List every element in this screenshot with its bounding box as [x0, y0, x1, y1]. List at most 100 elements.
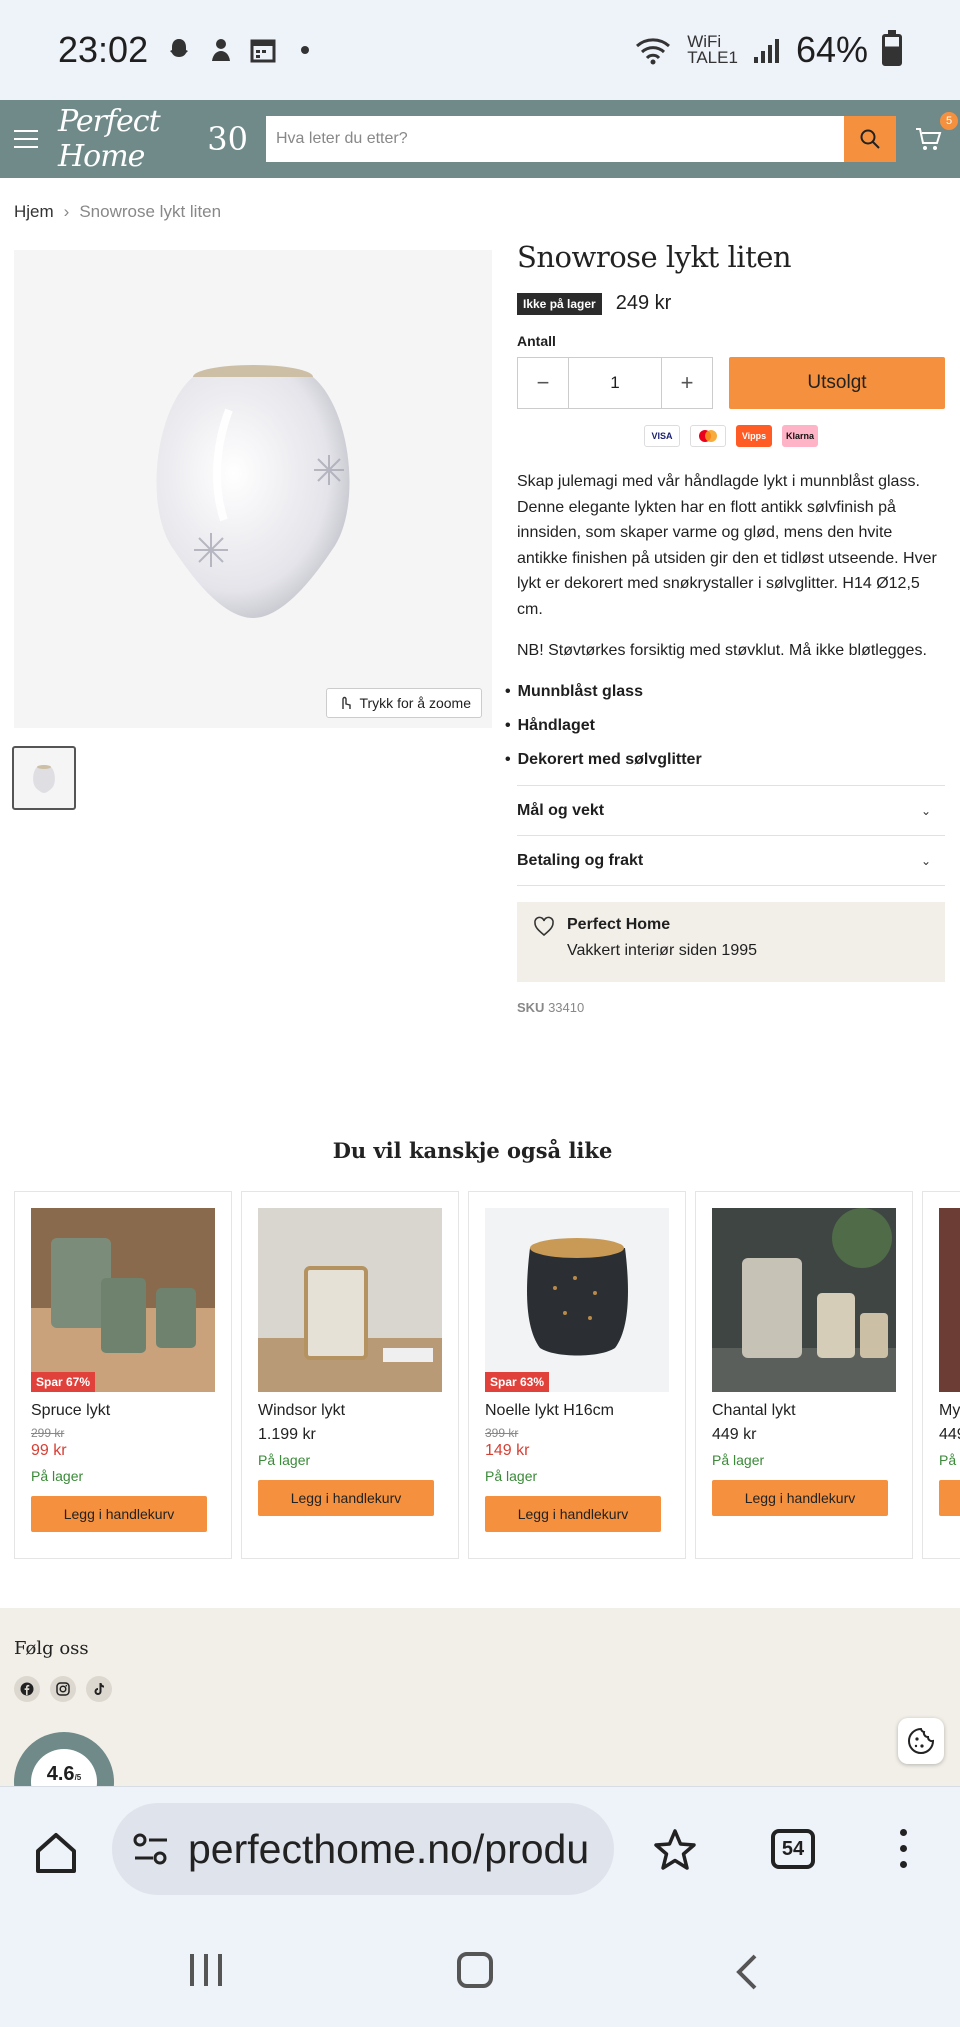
brand-tagline: Vakkert interiør siden 1995 [567, 942, 758, 959]
instagram-icon[interactable] [50, 1676, 76, 1702]
calendar-icon [250, 39, 276, 63]
product-card-image[interactable] [258, 1208, 442, 1392]
product-thumbnail[interactable] [12, 746, 76, 810]
battery-icon [882, 30, 902, 66]
follow-us-heading: Følg oss [14, 1638, 89, 1659]
product-card[interactable]: Spar 67% Spruce lykt 299 kr 99 kr På lag… [14, 1191, 232, 1559]
breadcrumb: Hjem › Snowrose lykt liten [14, 202, 221, 222]
back-icon[interactable] [735, 1954, 759, 1990]
home-icon[interactable] [30, 1827, 82, 1879]
battery-percent: 64% [795, 29, 868, 70]
accordion-dimensions[interactable]: Mål og vekt ⌄ [517, 786, 945, 836]
product-card[interactable]: Mys 449 På l [922, 1191, 960, 1559]
product-card-price: 449 [939, 1426, 960, 1443]
product-card-old-price: 299 kr [31, 1426, 65, 1440]
product-info: Snowrose lykt liten Ikke på lager 249 kr… [517, 240, 945, 1015]
search-input[interactable] [266, 116, 844, 162]
decrease-quantity-button[interactable]: − [518, 358, 568, 408]
site-footer: Følg oss 4.6/5 [0, 1608, 960, 1786]
product-card-image[interactable]: Spar 67% [31, 1208, 215, 1392]
product-card[interactable]: Spar 63% Noelle lykt H16cm 399 kr 149 kr… [468, 1191, 686, 1559]
klarna-icon: Klarna [782, 425, 818, 447]
status-bar: 23:02 WiFi TALE1 64% [0, 0, 960, 100]
facebook-icon[interactable] [14, 1676, 40, 1702]
clock: 23:02 [58, 29, 149, 70]
zoom-button[interactable]: Trykk for å zoome [326, 688, 482, 718]
cookie-icon [908, 1727, 935, 1754]
notification-icons [164, 35, 320, 65]
product-card-sale-price: 149 kr [485, 1442, 530, 1459]
care-note: NB! Støvtørkes forsiktig med støvklut. M… [517, 642, 927, 659]
bookmark-star-icon[interactable] [652, 1827, 698, 1873]
accordion-label: Betaling og frakt [517, 851, 644, 869]
cart-button[interactable]: 5 [914, 112, 958, 154]
rating-badge[interactable]: 4.6/5 [14, 1732, 114, 1786]
product-card-availability: På l [939, 1452, 960, 1468]
recommendations-title: Du vil kanskje også like [332, 1138, 613, 1163]
quantity-row: − 1 + Utsolgt [517, 357, 945, 409]
soldout-button[interactable]: Utsolgt [729, 357, 945, 409]
product-description: Skap julemagi med vår håndlagde lykt i m… [517, 473, 937, 618]
system-indicators: WiFi TALE1 64% [633, 29, 902, 71]
increase-quantity-button[interactable]: + [662, 358, 712, 408]
site-settings-icon[interactable] [132, 1832, 170, 1866]
accordion: Mål og vekt ⌄ Betaling og frakt ⌄ [517, 785, 945, 886]
add-to-cart-button[interactable] [939, 1480, 960, 1516]
search-button[interactable] [844, 116, 896, 162]
product-card-image[interactable]: Spar 63% [485, 1208, 669, 1392]
address-bar[interactable]: perfecthome.no/produ [112, 1803, 614, 1895]
home-button-icon[interactable] [457, 1952, 493, 1988]
tab-switcher-button[interactable]: 54 [771, 1829, 815, 1869]
add-to-cart-button[interactable]: Legg i handlekurv [485, 1496, 661, 1532]
product-title: Snowrose lykt liten [517, 240, 792, 274]
product-card-name[interactable]: Chantal lykt [712, 1402, 896, 1420]
quantity-label: Antall [517, 333, 556, 349]
product-card[interactable]: Windsor lykt 1.199 kr På lager Legg i ha… [241, 1191, 459, 1559]
product-card-old-price: 399 kr [485, 1426, 519, 1440]
product-card-name[interactable]: Noelle lykt H16cm [485, 1402, 669, 1420]
tiktok-icon[interactable] [86, 1676, 112, 1702]
spruce-lantern-image [31, 1208, 215, 1392]
sku-value: 33410 [548, 1000, 585, 1015]
sale-badge: Spar 67% [31, 1372, 96, 1392]
recent-apps-icon[interactable] [190, 1954, 222, 1986]
accordion-payment-shipping[interactable]: Betaling og frakt ⌄ [517, 836, 945, 886]
logo[interactable]: Perfect Home 30 [58, 104, 248, 174]
feature-list: Munnblåst glass Håndlaget Dekorert med s… [505, 675, 945, 777]
rating-score: 4.6/5 [31, 1749, 97, 1786]
add-to-cart-button[interactable]: Legg i handlekurv [31, 1496, 207, 1532]
product-card[interactable]: Chantal lykt 449 kr På lager Legg i hand… [695, 1191, 913, 1559]
rating-value: 4.6 [46, 1763, 75, 1785]
browser-toolbar: perfecthome.no/produ 54 [0, 1786, 960, 1916]
product-image[interactable]: Trykk for å zoome [14, 250, 492, 728]
add-to-cart-button[interactable]: Legg i handlekurv [712, 1480, 888, 1516]
product-card-name[interactable]: Mys [939, 1402, 960, 1420]
wifi-label: WiFi TALE1 [687, 33, 738, 66]
product-card-image[interactable] [939, 1208, 960, 1392]
product-card-availability: På lager [31, 1468, 84, 1484]
more-menu-icon[interactable] [900, 1829, 907, 1868]
mys-lantern-image [939, 1208, 960, 1392]
heart-icon [534, 916, 554, 937]
site-header: Perfect Home 30 5 [0, 100, 960, 178]
product-card-availability: På lager [485, 1468, 538, 1484]
add-to-cart-button[interactable]: Legg i handlekurv [258, 1480, 434, 1516]
product-card-image[interactable] [712, 1208, 896, 1392]
social-links [14, 1676, 112, 1702]
quantity-input[interactable]: 1 [568, 358, 662, 408]
search-icon [860, 129, 880, 149]
visa-icon: VISA [644, 425, 680, 447]
product-card-price: 1.199 kr [258, 1426, 316, 1443]
logo-text: Perfect Home [58, 104, 161, 174]
product-price: 249 kr [615, 292, 672, 314]
tap-icon [342, 696, 352, 709]
cookie-settings-button[interactable] [898, 1718, 944, 1764]
search-bar [266, 116, 896, 162]
product-card-name[interactable]: Windsor lykt [258, 1402, 442, 1420]
feature-item: Dekorert med sølvglitter [505, 743, 945, 777]
menu-icon[interactable] [14, 130, 38, 148]
breadcrumb-home[interactable]: Hjem [14, 202, 54, 222]
product-card-name[interactable]: Spruce lykt [31, 1402, 215, 1420]
recommendations-carousel[interactable]: Spar 67% Spruce lykt 299 kr 99 kr På lag… [14, 1191, 960, 1559]
url-text: perfecthome.no/produ [188, 1825, 590, 1872]
